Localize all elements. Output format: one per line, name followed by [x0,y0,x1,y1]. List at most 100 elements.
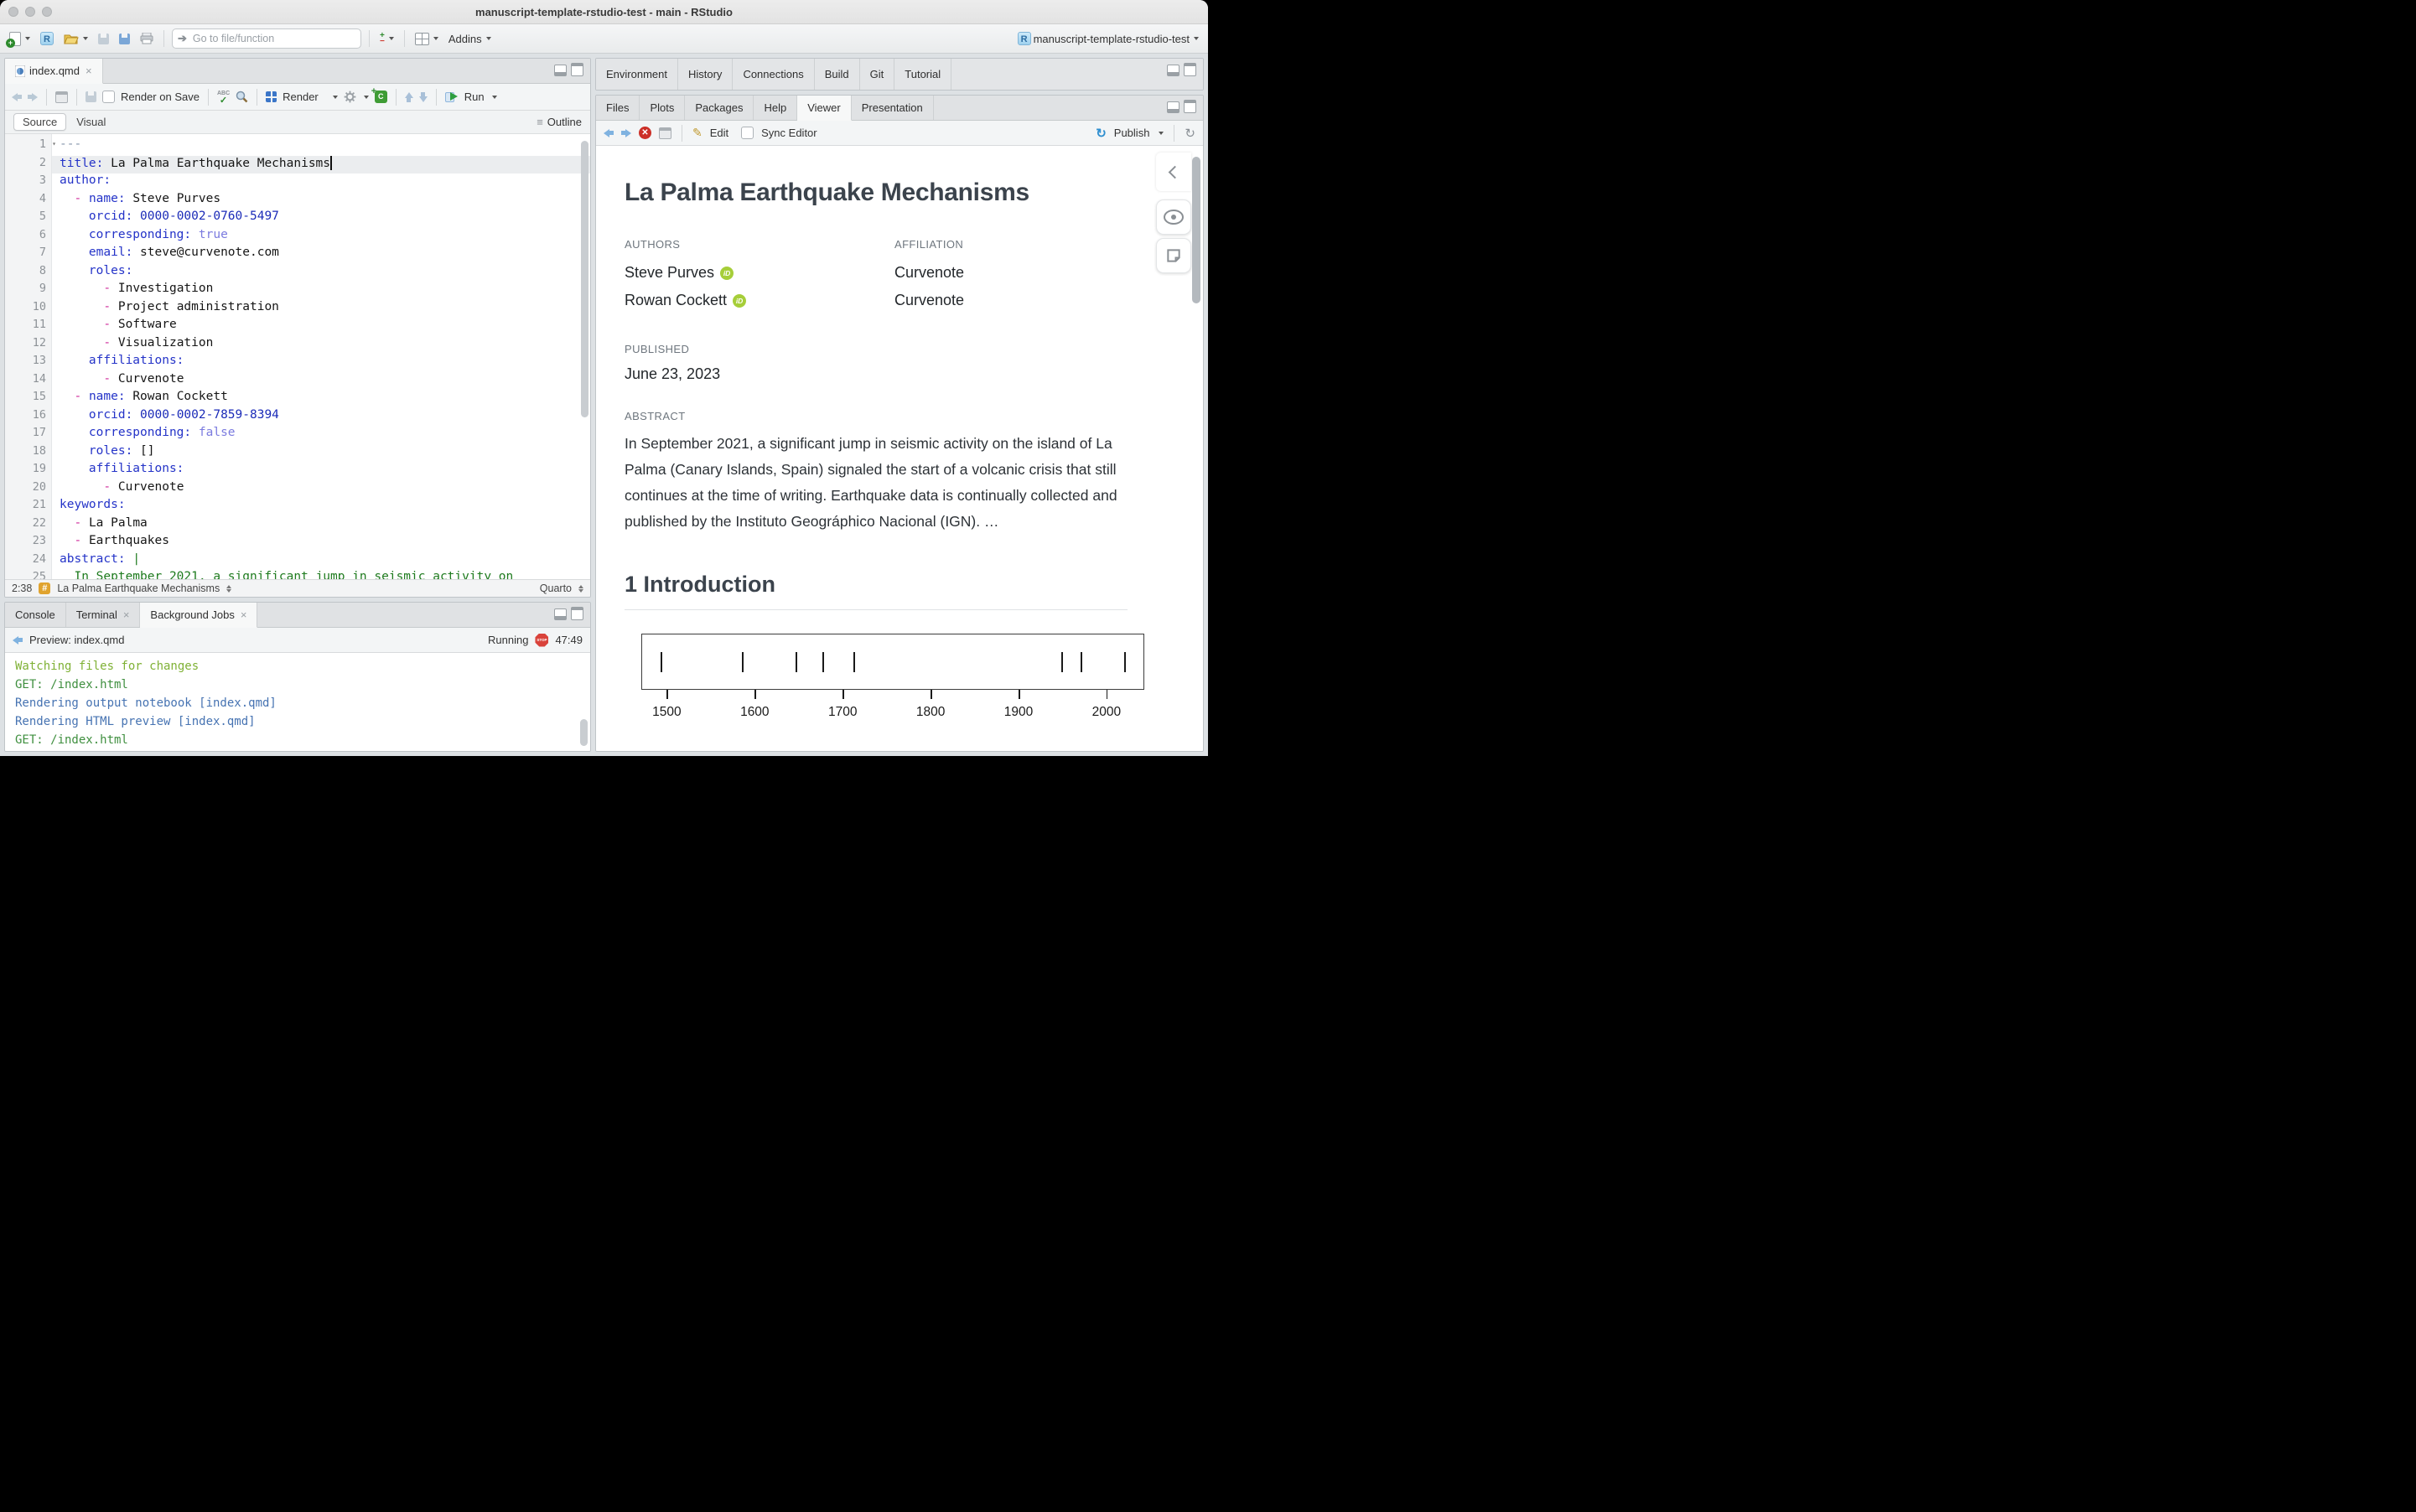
code-line[interactable]: roles: [52,264,590,282]
goto-file-input[interactable] [191,32,355,45]
print-button[interactable] [137,31,156,46]
save-icon[interactable] [86,91,96,102]
doc-format-selector[interactable]: Quarto [540,583,572,594]
code-line[interactable]: email: steve@curvenote.com [52,246,590,264]
popout-icon[interactable] [55,91,68,103]
code-line[interactable]: - Curvenote [52,480,590,499]
spellcheck-icon[interactable]: ABC✓ [217,91,230,104]
code-line[interactable]: affiliations: [52,462,590,480]
back-icon[interactable] [604,129,614,137]
code-line[interactable]: keywords: [52,498,590,516]
viewer-scrollbar[interactable] [1192,157,1200,303]
code-line[interactable]: roles: [] [52,444,590,463]
tab-index-qmd[interactable]: index.qmd × [5,59,103,84]
code-line[interactable]: - name: Rowan Cockett [52,390,590,408]
minimize-pane-icon[interactable] [1167,101,1179,113]
section-selector[interactable]: La Palma Earthquake Mechanisms [57,583,220,594]
goto-file-search[interactable]: ➔ [172,28,361,49]
code-line[interactable]: affiliations: [52,354,590,372]
code-line[interactable]: orcid: 0000-0002-0760-5497 [52,210,590,228]
visual-mode-button[interactable]: Visual [76,116,106,128]
code-line[interactable]: author: [52,173,590,192]
tab-history[interactable]: History [678,59,733,90]
tab-packages[interactable]: Packages [685,96,754,120]
insert-chunk-icon[interactable]: C [375,91,387,103]
collapse-panel-button[interactable] [1156,153,1191,191]
back-icon[interactable] [13,636,23,645]
code-line[interactable]: - Curvenote [52,372,590,391]
chevron-down-icon[interactable] [333,96,338,99]
code-line[interactable]: corresponding: true [52,228,590,246]
minimize-pane-icon[interactable] [554,608,567,620]
code-line[interactable]: - La Palma [52,516,590,535]
pane-layout-button[interactable] [412,31,441,47]
open-file-button[interactable] [61,31,91,46]
code-line[interactable]: - Software [52,318,590,336]
project-selector[interactable]: R manuscript-template-rstudio-test [1015,30,1201,47]
code-lines[interactable]: ---title: La Palma Earthquake Mechanisms… [52,134,590,579]
sync-editor-checkbox[interactable] [741,127,754,139]
tab-console[interactable]: Console [5,603,66,627]
editor-scrollbar[interactable] [581,141,588,417]
preview-eye-button[interactable] [1156,199,1191,235]
popout-icon[interactable] [659,127,671,139]
tab-tutorial[interactable]: Tutorial [894,59,951,90]
forward-icon[interactable] [621,129,631,137]
code-line[interactable]: - Investigation [52,282,590,300]
maximize-pane-icon[interactable] [571,63,583,76]
code-line[interactable]: - Earthquakes [52,534,590,552]
chevron-down-icon[interactable] [1159,132,1164,135]
close-icon[interactable]: × [86,65,92,77]
code-line[interactable]: corresponding: false [52,426,590,444]
forward-icon[interactable] [28,93,38,101]
code-line[interactable]: - Project administration [52,300,590,318]
refresh-icon[interactable]: ↻ [1185,126,1195,141]
tab-viewer[interactable]: Viewer [797,96,852,121]
code-line[interactable]: - name: Steve Purves [52,192,590,210]
new-project-button[interactable]: R [38,30,56,47]
edit-button[interactable]: Edit [710,127,728,139]
chevron-down-icon[interactable] [364,96,369,99]
orcid-icon[interactable]: iD [733,294,746,308]
code-line[interactable]: title: La Palma Earthquake Mechanisms [52,156,590,174]
save-all-button[interactable] [117,32,132,46]
orcid-icon[interactable]: iD [720,267,734,280]
code-editor[interactable]: 1▾23456789101112131415161718192021222324… [5,134,590,579]
run-next-icon[interactable] [419,92,428,102]
maximize-pane-icon[interactable] [1184,100,1196,113]
new-file-button[interactable]: + [7,30,33,48]
code-line[interactable]: --- [52,137,590,156]
back-icon[interactable] [12,93,22,101]
tab-environment[interactable]: Environment [596,59,678,90]
version-control-button[interactable]: +− [377,31,397,46]
addins-button[interactable]: Addins [446,31,494,47]
stop-icon[interactable]: ✕ [639,127,651,139]
run-button[interactable]: Run [464,91,485,103]
minimize-pane-icon[interactable] [554,65,567,76]
run-previous-icon[interactable] [405,92,413,102]
outline-button[interactable]: ≡ Outline [537,116,582,128]
gear-icon[interactable] [344,91,356,103]
maximize-pane-icon[interactable] [1184,63,1196,76]
tab-build[interactable]: Build [815,59,860,90]
tab-plots[interactable]: Plots [640,96,685,120]
minimize-pane-icon[interactable] [1167,65,1179,76]
code-line[interactable]: - Visualization [52,336,590,355]
render-button[interactable]: Render [283,91,319,103]
search-icon[interactable] [236,91,248,103]
tab-presentation[interactable]: Presentation [852,96,934,120]
annotation-note-button[interactable] [1156,238,1191,273]
tab-background-jobs[interactable]: Background Jobs× [140,603,257,628]
source-mode-button[interactable]: Source [13,113,66,131]
save-button[interactable] [96,32,111,46]
stop-job-icon[interactable]: STOP [535,634,548,647]
code-line[interactable]: In September 2021, a significant jump in… [52,570,590,579]
code-line[interactable]: abstract: | [52,552,590,571]
code-line[interactable]: orcid: 0000-0002-7859-8394 [52,408,590,427]
maximize-pane-icon[interactable] [571,607,583,620]
close-icon[interactable]: × [123,608,130,621]
tab-help[interactable]: Help [754,96,797,120]
tab-git[interactable]: Git [860,59,895,90]
close-icon[interactable]: × [241,608,247,621]
render-on-save-checkbox[interactable] [102,91,115,103]
